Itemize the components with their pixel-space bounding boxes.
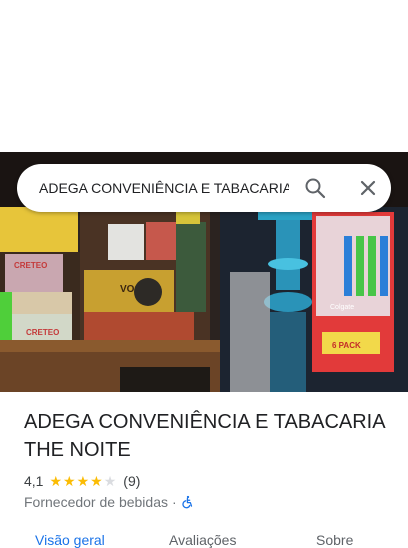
star-icon: ★ [103, 473, 117, 489]
hero-pack-text: 6 PACK [332, 341, 361, 350]
star-icon: ★ [90, 473, 103, 489]
category-row: Fornecedor de bebidas · [24, 493, 195, 511]
star-icon: ★ [63, 473, 76, 489]
search-input[interactable]: ADEGA CONVENIÊNCIA E TABACARIA THE NOITE [39, 164, 289, 212]
place-title: ADEGA CONVENIÊNCIA E TABACARIA THE NOITE [24, 411, 385, 461]
star-rating: ★ ★ ★ ★ ★ [49, 474, 117, 488]
place-tabs: Visão geral Avaliações Sobre [0, 528, 408, 548]
hero-box1-text: CRETEO [14, 261, 47, 270]
hero-brand-text: Colgate [330, 304, 354, 311]
close-icon[interactable] [356, 176, 380, 200]
star-icon: ★ [76, 473, 90, 489]
place-category: Fornecedor de bebidas [24, 494, 168, 510]
tab-about[interactable]: Sobre [316, 532, 353, 548]
top-blank-area [0, 0, 408, 152]
rating-row[interactable]: 4,1 ★ ★ ★ ★ ★ (9) [24, 472, 140, 490]
search-icon[interactable] [303, 176, 327, 200]
wheelchair-icon [181, 495, 195, 509]
hero-box2-text: CRETEO [26, 328, 59, 337]
review-count[interactable]: (9) [123, 473, 140, 489]
star-icon: ★ [49, 473, 63, 489]
separator-dot: · [172, 494, 177, 510]
rating-value: 4,1 [24, 473, 44, 489]
search-bar[interactable]: ADEGA CONVENIÊNCIA E TABACARIA THE NOITE [17, 164, 391, 212]
tab-overview[interactable]: Visão geral [35, 532, 105, 548]
tab-reviews[interactable]: Avaliações [169, 532, 236, 548]
